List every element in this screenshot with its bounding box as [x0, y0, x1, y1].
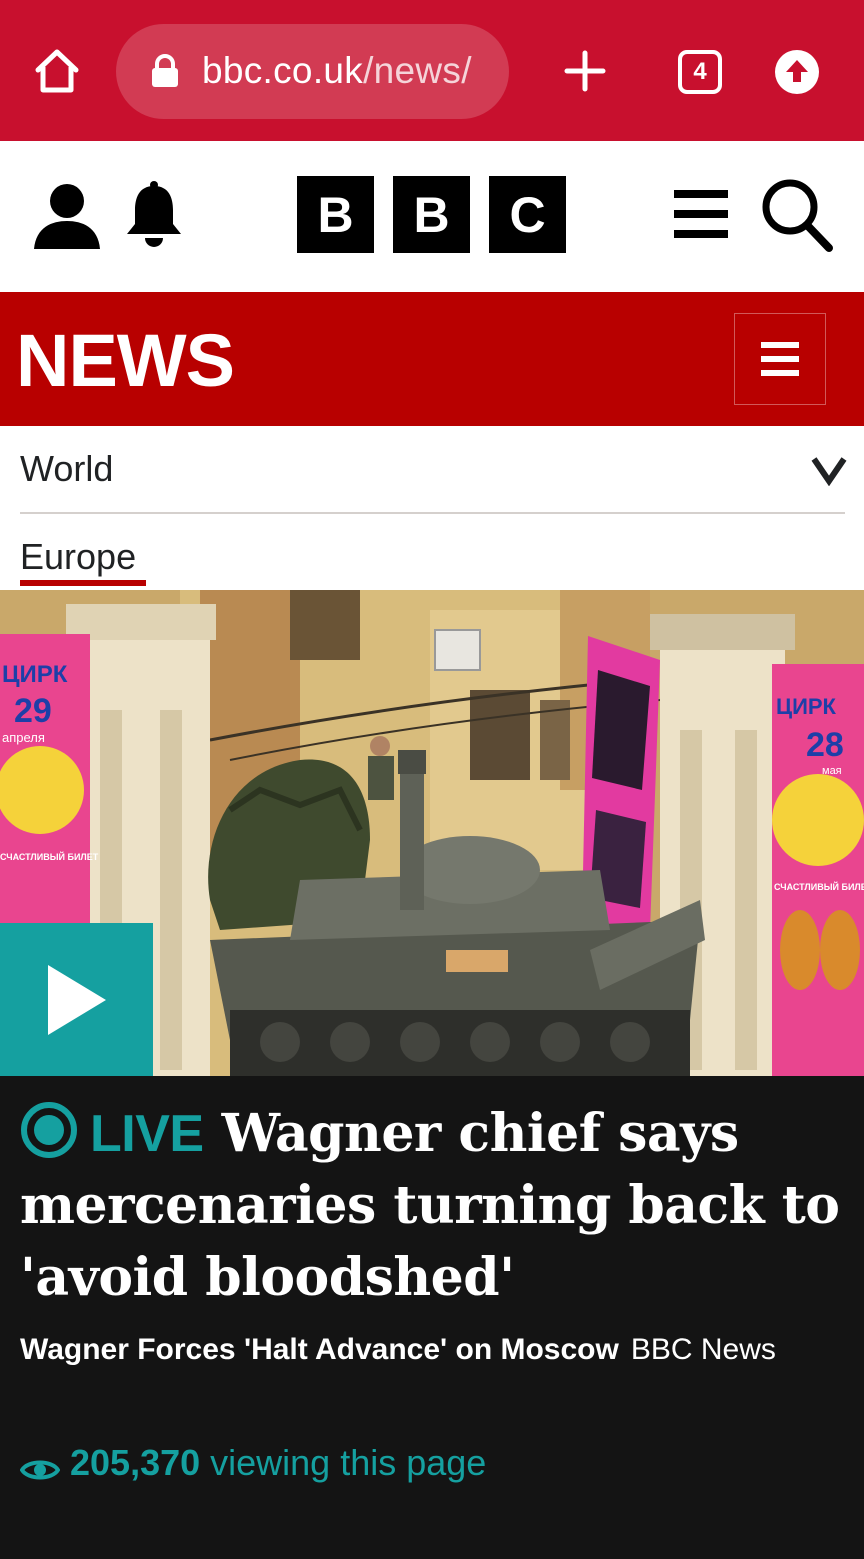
summary-source: BBC News [630, 1333, 776, 1366]
active-tab-indicator [20, 580, 146, 586]
url-domain: bbc.co.uk [202, 50, 364, 91]
eye-icon [19, 1450, 61, 1480]
news-banner: NEWS [0, 292, 864, 426]
plus-icon [564, 50, 606, 92]
browser-toolbar: bbc.co.uk/news/ 4 [0, 0, 864, 141]
lock-icon [150, 54, 180, 88]
live-label: LIVE [90, 1105, 204, 1163]
bell-icon[interactable] [121, 180, 187, 252]
poster-right-month: мая [822, 765, 842, 777]
chevron-down-icon[interactable] [810, 454, 848, 487]
bbc-logo[interactable]: B B C [297, 176, 566, 253]
tab-count: 4 [693, 58, 707, 85]
hamburger-icon [761, 342, 799, 376]
menu-icon[interactable] [672, 187, 730, 241]
poster-right-date: 28 [806, 726, 844, 764]
play-icon [47, 964, 106, 1035]
viewer-suffix: viewing this page [210, 1442, 487, 1483]
poster-right-ticket: СЧАСТЛИВЫЙ БИЛЕТ [774, 881, 864, 892]
news-menu-button[interactable] [734, 313, 826, 405]
bbc-logo-letter: B [297, 176, 374, 253]
url-text: bbc.co.uk/news/ [202, 50, 472, 92]
nav-divider [20, 512, 845, 514]
section-nav: World Europe [0, 426, 864, 590]
poster-right-title: ЦИРК [776, 694, 837, 719]
poster-left-month: апреля [2, 730, 45, 745]
bbc-logo-letter: B [393, 176, 470, 253]
search-icon[interactable] [760, 177, 834, 253]
viewer-number: 205,370 [70, 1442, 201, 1483]
tabs-icon[interactable]: 4 [678, 50, 722, 94]
summary-title: Wagner Forces 'Halt Advance' on Moscow [20, 1333, 619, 1366]
bbc-logo-letter: C [489, 176, 566, 253]
nav-subsection-europe[interactable]: Europe [20, 536, 136, 578]
address-bar[interactable]: bbc.co.uk/news/ [116, 24, 509, 119]
upgrade-icon[interactable] [774, 49, 820, 95]
news-title[interactable]: NEWS [16, 318, 235, 403]
hero-image[interactable]: ЦИРК 29 апреля СЧАСТЛИВЫЙ БИЛЕТ ЦИРК 28 … [0, 590, 864, 1076]
nav-section-world[interactable]: World [20, 448, 113, 490]
story-headline[interactable]: LIVE Wagner chief says mercenaries turnin… [20, 1098, 850, 1314]
story-summary[interactable]: Wagner Forces 'Halt Advance' on Moscow BB… [20, 1326, 840, 1374]
viewer-count: 205,370 viewing this page [19, 1442, 487, 1484]
live-icon [20, 1101, 78, 1159]
account-icon[interactable] [30, 179, 104, 253]
new-tab-button[interactable] [560, 46, 610, 96]
home-icon[interactable] [32, 46, 82, 96]
story-card[interactable]: LIVE Wagner chief says mercenaries turnin… [0, 1076, 864, 1559]
url-path: /news/ [363, 50, 472, 91]
bbc-masthead: B B C [0, 141, 864, 292]
poster-left-date: 29 [14, 692, 52, 730]
play-button[interactable] [0, 923, 153, 1076]
poster-left-title: ЦИРК [2, 661, 68, 688]
poster-left-ticket: СЧАСТЛИВЫЙ БИЛЕТ [0, 851, 99, 862]
